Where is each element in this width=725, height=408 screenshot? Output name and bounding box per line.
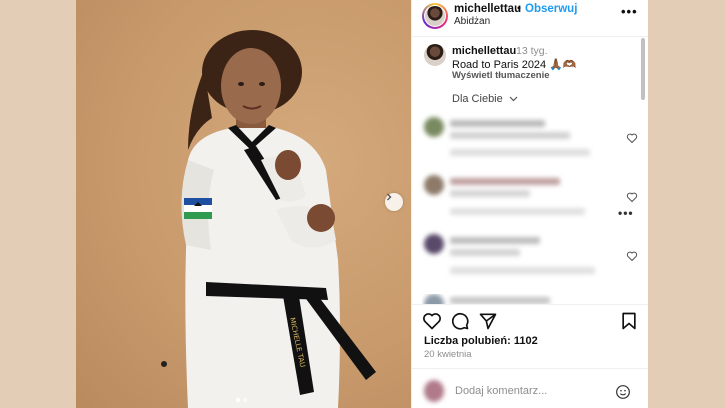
translate-link[interactable]: Wyświetl tłumaczenie <box>452 70 550 81</box>
comment-item <box>422 294 637 304</box>
bookmark-icon[interactable] <box>619 311 639 331</box>
caption-avatar[interactable] <box>424 44 446 66</box>
author-avatar[interactable] <box>422 3 448 29</box>
next-slide-button[interactable] <box>385 193 403 211</box>
avatar <box>424 294 444 304</box>
like-comment-icon[interactable] <box>626 191 638 203</box>
comment-options-button[interactable]: ••• <box>618 206 634 220</box>
chevron-right-icon <box>387 193 392 201</box>
post-date: 20 kwietnia <box>424 349 472 360</box>
comment-item <box>422 117 637 162</box>
post-photo[interactable]: MICHELLE TAU <box>76 0 411 408</box>
emoji-icon[interactable] <box>615 384 631 400</box>
comment-item <box>422 175 637 220</box>
comment-item <box>422 234 637 279</box>
location-link[interactable]: Abidżan <box>454 16 490 27</box>
post-modal: MICHELLE TAU michellettau • Obserwuj Abi… <box>76 0 648 408</box>
like-comment-icon[interactable] <box>626 250 638 262</box>
chevron-down-icon <box>509 96 518 102</box>
share-icon[interactable] <box>478 311 498 331</box>
caption-time: 13 tyg. <box>516 45 548 57</box>
avatar <box>424 175 444 195</box>
comment-icon[interactable] <box>450 311 470 331</box>
divider <box>412 304 648 305</box>
author-username-link[interactable]: michellettau <box>454 3 521 15</box>
post-sidebar: michellettau • Obserwuj Abidżan ••• mich… <box>411 0 648 408</box>
carousel-dot-2 <box>243 398 247 402</box>
post-header: michellettau • Obserwuj Abidżan ••• <box>412 0 648 37</box>
current-user-avatar <box>424 380 444 402</box>
carousel-dots <box>236 398 247 402</box>
like-icon[interactable] <box>422 311 442 331</box>
divider <box>412 368 648 369</box>
caption-username[interactable]: michellettau <box>452 45 516 57</box>
comment-filter-label: Dla Ciebie <box>452 93 503 105</box>
like-comment-icon[interactable] <box>626 132 638 144</box>
more-options-button[interactable]: ••• <box>621 4 638 19</box>
avatar <box>424 117 444 137</box>
carousel-dot-1 <box>236 398 240 402</box>
follow-button[interactable]: Obserwuj <box>525 3 577 15</box>
add-comment-input[interactable]: Dodaj komentarz... <box>455 385 547 397</box>
comment-filter-dropdown[interactable]: Dla Ciebie <box>452 93 518 105</box>
athlete-illustration: MICHELLE TAU <box>161 30 376 408</box>
scrollbar-thumb[interactable] <box>641 38 645 100</box>
separator-dot: • <box>517 3 522 15</box>
avatar <box>424 234 444 254</box>
likes-count[interactable]: Liczba polubień: 1102 <box>424 335 538 347</box>
